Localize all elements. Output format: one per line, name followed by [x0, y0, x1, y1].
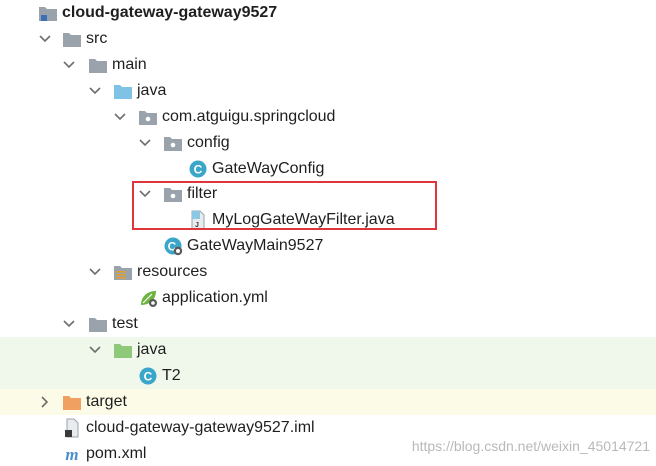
- test-source-folder-icon: [114, 344, 132, 358]
- tree-row-filter[interactable]: filter: [0, 181, 656, 207]
- tree-label-pom: pom.xml: [86, 445, 147, 462]
- package-icon: [164, 188, 182, 202]
- java-class-icon: C: [139, 367, 157, 385]
- tree-label-java-test: java: [137, 341, 167, 358]
- module-folder-icon: [39, 7, 57, 21]
- tree-label-config: config: [187, 134, 230, 151]
- tree-row-filter-class[interactable]: J MyLogGateWayFilter.java: [0, 207, 656, 233]
- chevron-down-icon[interactable]: [113, 110, 127, 124]
- tree-label-test: test: [112, 315, 138, 332]
- svg-text:C: C: [144, 370, 153, 384]
- tree-row-config-class[interactable]: C GateWayConfig: [0, 156, 656, 182]
- svg-text:C: C: [194, 163, 203, 177]
- chevron-down-icon[interactable]: [88, 84, 102, 98]
- tree-label-src: src: [86, 30, 108, 47]
- maven-icon: m: [65, 445, 78, 464]
- source-folder-icon: [114, 85, 132, 99]
- tree-row-main-class[interactable]: C GateWayMain9527: [0, 233, 656, 259]
- tree-label-main: main: [112, 56, 147, 73]
- spring-boot-class-icon: C: [164, 237, 183, 256]
- tree-row-app-yml[interactable]: application.yml: [0, 285, 656, 311]
- tree-row-test[interactable]: test: [0, 311, 656, 337]
- tree-label-filter: filter: [187, 185, 218, 202]
- iml-file-icon: [65, 418, 79, 438]
- tree-row-package[interactable]: com.atguigu.springcloud: [0, 104, 656, 130]
- project-tree: cloud-gateway-gateway9527 src main java: [0, 0, 656, 466]
- tree-label-config-class: GateWayConfig: [212, 160, 325, 177]
- tree-label-java-main: java: [137, 82, 167, 99]
- package-icon: [139, 111, 157, 125]
- tree-label-package: com.atguigu.springcloud: [162, 108, 336, 125]
- resources-folder-icon: [114, 266, 132, 280]
- tree-row-resources[interactable]: resources: [0, 259, 656, 285]
- chevron-right-icon[interactable]: [38, 395, 52, 409]
- java-file-icon: J: [191, 210, 205, 230]
- excluded-folder-icon: [63, 396, 81, 410]
- folder-icon: [89, 59, 107, 73]
- tree-row-target[interactable]: target: [0, 389, 656, 415]
- tree-row-main[interactable]: main: [0, 52, 656, 78]
- folder-icon: [89, 318, 107, 332]
- folder-icon: [63, 33, 81, 47]
- tree-row-java-main[interactable]: java: [0, 78, 656, 104]
- svg-text:J: J: [195, 222, 199, 229]
- chevron-down-icon[interactable]: [138, 187, 152, 201]
- tree-label-iml: cloud-gateway-gateway9527.iml: [86, 419, 315, 436]
- tree-label-test-class: T2: [162, 367, 181, 384]
- spring-leaf-icon: [141, 291, 157, 307]
- tree-row-src[interactable]: src: [0, 26, 656, 52]
- tree-row-root[interactable]: cloud-gateway-gateway9527: [0, 0, 656, 26]
- watermark: https://blog.csdn.net/weixin_45014721: [411, 438, 650, 454]
- chevron-down-icon[interactable]: [138, 136, 152, 150]
- tree-label-filter-class: MyLogGateWayFilter.java: [212, 211, 395, 228]
- chevron-down-icon[interactable]: [38, 32, 52, 46]
- java-class-icon: C: [189, 160, 207, 178]
- tree-label-root: cloud-gateway-gateway9527: [62, 4, 278, 21]
- svg-text:m: m: [65, 445, 78, 464]
- tree-row-java-test[interactable]: java: [0, 337, 656, 363]
- chevron-down-icon[interactable]: [62, 317, 76, 331]
- chevron-down-icon[interactable]: [88, 265, 102, 279]
- tree-row-config[interactable]: config: [0, 130, 656, 156]
- tree-label-main-class: GateWayMain9527: [187, 237, 324, 254]
- chevron-down-icon[interactable]: [88, 343, 102, 357]
- chevron-down-icon[interactable]: [62, 58, 76, 72]
- tree-row-test-class[interactable]: C T2: [0, 363, 656, 389]
- tree-label-target: target: [86, 393, 127, 410]
- package-icon: [164, 137, 182, 151]
- tree-label-app-yml: application.yml: [162, 289, 268, 306]
- tree-label-resources: resources: [137, 263, 208, 280]
